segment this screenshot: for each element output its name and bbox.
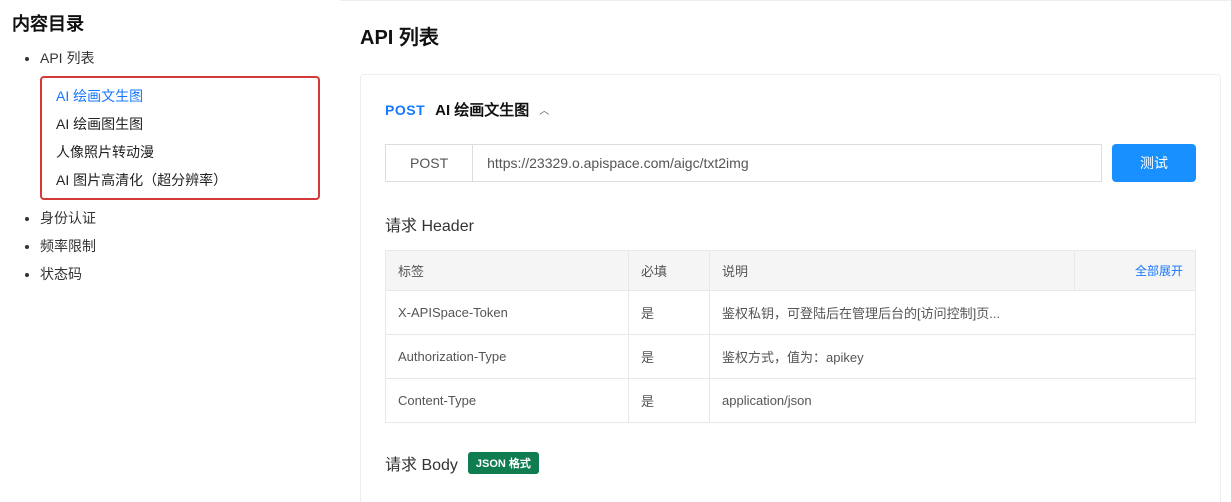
json-format-badge: JSON 格式 [468, 452, 539, 474]
table-row: Authorization-Type 是 鉴权方式，值为：apikey [386, 335, 1196, 379]
cell-label: X-APISpace-Token [386, 291, 629, 335]
table-row: X-APISpace-Token 是 鉴权私钥，可登陆后在管理后台的[访问控制]… [386, 291, 1196, 335]
sidebar: 内容目录 API 列表 AI 绘画文生图 AI 绘画图生图 人像照片转动漫 AI… [0, 0, 340, 502]
url-display: https://23329.o.apispace.com/aigc/txt2im… [472, 144, 1102, 182]
api-name: AI 绘画文生图 [435, 99, 529, 120]
sidebar-item-label: AI 绘画文生图 [56, 88, 143, 104]
sidebar-item-status-codes[interactable]: 状态码 [40, 260, 320, 288]
sidebar-item-label: 状态码 [40, 266, 82, 282]
url-row: POST https://23329.o.apispace.com/aigc/t… [385, 144, 1196, 182]
sidebar-subitem-portrait-anime[interactable]: 人像照片转动漫 [56, 138, 304, 166]
table-row: Content-Type 是 application/json [386, 379, 1196, 423]
sidebar-item-label: AI 绘画图生图 [56, 116, 143, 132]
header-table: 标签 必填 说明 全部展开 X-APISpace-Token 是 鉴权私钥，可登… [385, 250, 1196, 423]
cell-required: 是 [629, 335, 710, 379]
main-content: API 列表 POST AI 绘画文生图 ︿ POST https://2332… [340, 0, 1231, 502]
api-card: POST AI 绘画文生图 ︿ POST https://23329.o.api… [360, 74, 1221, 502]
cell-required: 是 [629, 291, 710, 335]
sidebar-subitem-upscale[interactable]: AI 图片高清化（超分辨率） [56, 166, 304, 194]
request-header-title: 请求 Header [385, 212, 1196, 236]
sidebar-item-label: 人像照片转动漫 [56, 144, 154, 160]
sidebar-item-label: AI 图片高清化（超分辨率） [56, 172, 227, 188]
request-body-title-text: 请求 Body [385, 451, 458, 475]
cell-label: Authorization-Type [386, 335, 629, 379]
sidebar-list: API 列表 AI 绘画文生图 AI 绘画图生图 人像照片转动漫 AI 图片高清… [10, 44, 320, 288]
chevron-up-icon: ︿ [539, 102, 549, 117]
cell-desc: application/json [710, 379, 1196, 423]
expand-all-link[interactable]: 全部展开 [1135, 264, 1183, 278]
sidebar-item-api-list[interactable]: API 列表 AI 绘画文生图 AI 绘画图生图 人像照片转动漫 AI 图片高清… [40, 44, 320, 200]
sidebar-item-rate-limit[interactable]: 频率限制 [40, 232, 320, 260]
test-button[interactable]: 测试 [1112, 144, 1196, 182]
col-required: 必填 [629, 251, 710, 291]
sidebar-subitem-txt2img[interactable]: AI 绘画文生图 [56, 82, 304, 110]
sidebar-item-auth[interactable]: 身份认证 [40, 204, 320, 232]
sidebar-sublist: AI 绘画文生图 AI 绘画图生图 人像照片转动漫 AI 图片高清化（超分辨率） [40, 76, 320, 200]
col-desc: 说明 [710, 251, 1075, 291]
cell-label: Content-Type [386, 379, 629, 423]
cell-desc: 鉴权方式，值为：apikey [710, 335, 1196, 379]
url-method-label: POST [385, 144, 472, 182]
sidebar-subitem-img2img[interactable]: AI 绘画图生图 [56, 110, 304, 138]
api-method-badge: POST [385, 102, 425, 118]
page-title: API 列表 [360, 21, 1221, 50]
request-body-title: 请求 Body JSON 格式 [385, 451, 1196, 475]
sidebar-item-label: 频率限制 [40, 238, 96, 254]
sidebar-heading: 内容目录 [10, 10, 320, 36]
cell-required: 是 [629, 379, 710, 423]
cell-desc: 鉴权私钥，可登陆后在管理后台的[访问控制]页... [710, 291, 1196, 335]
sidebar-item-label: API 列表 [40, 50, 94, 66]
sidebar-item-label: 身份认证 [40, 210, 96, 226]
api-collapse-header[interactable]: POST AI 绘画文生图 ︿ [385, 99, 1196, 120]
col-label: 标签 [386, 251, 629, 291]
